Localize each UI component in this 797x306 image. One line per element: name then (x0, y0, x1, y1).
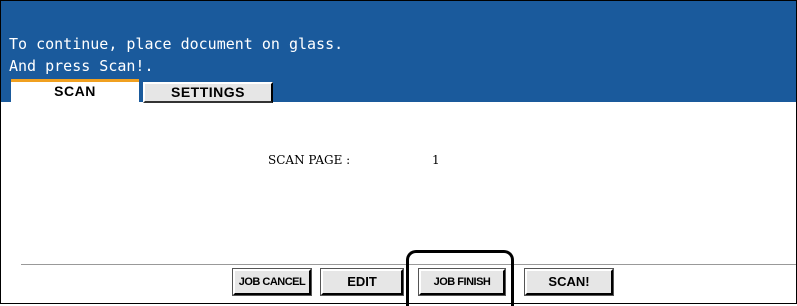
scan-screen: To continue, place document on glass. An… (0, 0, 797, 306)
button-bar-divider (21, 264, 796, 265)
tab-scan[interactable]: SCAN (11, 79, 139, 103)
edit-button[interactable]: EDIT (320, 268, 404, 296)
job-cancel-button[interactable]: JOB CANCEL (232, 268, 312, 296)
scan-page-count: 1 (432, 153, 440, 167)
scan-panel: To continue, place document on glass. An… (0, 0, 797, 304)
message-line-1: To continue, place document on glass. (9, 35, 344, 53)
scan-button[interactable]: SCAN! (524, 268, 614, 296)
scan-page-label: SCAN PAGE : (268, 153, 351, 167)
tab-settings[interactable]: SETTINGS (143, 82, 273, 103)
message-line-2: And press Scan!. (9, 57, 154, 75)
job-finish-button[interactable]: JOB FINISH (418, 268, 506, 296)
